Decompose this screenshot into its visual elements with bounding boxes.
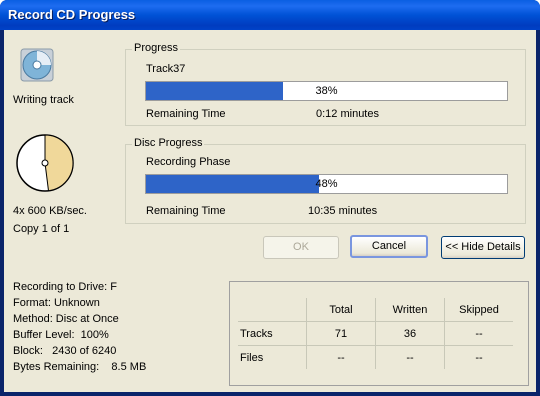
disc-phase: Recording Phase bbox=[146, 156, 231, 168]
hide-details-button[interactable]: << Hide Details bbox=[441, 236, 525, 259]
record-cd-progress-window: Record CD Progress Writing track 4x 600 … bbox=[0, 0, 540, 396]
writing-status-label: Writing track bbox=[13, 94, 74, 106]
dialog-body: Writing track 4x 600 KB/sec. Copy 1 of 1… bbox=[4, 30, 536, 392]
disc-progress-pie-icon bbox=[15, 133, 75, 193]
tracks-written: 36 bbox=[375, 321, 445, 346]
disc-progress-bar: 48% bbox=[145, 174, 508, 194]
disc-progress-percent: 48% bbox=[315, 178, 338, 190]
header-written: Written bbox=[375, 298, 445, 322]
detail-bytes-remaining: Bytes Remaining: 8.5 MB bbox=[13, 361, 147, 373]
track-progress-percent: 38% bbox=[315, 85, 338, 97]
cancel-button[interactable]: Cancel bbox=[350, 235, 428, 258]
window-title: Record CD Progress bbox=[8, 7, 136, 22]
table-row: Tracks 71 36 -- bbox=[238, 321, 513, 346]
row-label-files: Files bbox=[240, 351, 264, 364]
stats-header-row: Total Written Skipped bbox=[238, 298, 513, 322]
files-total: -- bbox=[306, 345, 376, 369]
detail-buffer-level: Buffer Level: 100% bbox=[13, 329, 109, 341]
files-skipped: -- bbox=[444, 345, 513, 369]
tracks-total: 71 bbox=[306, 321, 376, 346]
ok-button[interactable]: OK bbox=[263, 236, 339, 259]
stats-panel: Total Written Skipped Tracks 71 36 -- Fi… bbox=[229, 281, 529, 386]
progress-group-title: Progress bbox=[132, 42, 181, 54]
disc-progress-group: Disc Progress Recording Phase 48% Remain… bbox=[125, 137, 526, 224]
cd-disc-icon bbox=[20, 48, 54, 82]
disc-progress-group-title: Disc Progress bbox=[132, 137, 205, 149]
title-bar[interactable]: Record CD Progress bbox=[0, 0, 540, 30]
files-written: -- bbox=[375, 345, 445, 369]
detail-block: Block: 2430 of 6240 bbox=[13, 345, 117, 357]
detail-method: Method: Disc at Once bbox=[13, 313, 119, 325]
copy-count: Copy 1 of 1 bbox=[13, 223, 70, 235]
tracks-skipped: -- bbox=[444, 321, 513, 346]
header-skipped: Skipped bbox=[444, 298, 513, 322]
write-speed: 4x 600 KB/sec. bbox=[13, 205, 87, 217]
track-remaining-label: Remaining Time bbox=[146, 108, 226, 120]
detail-drive: Recording to Drive: F bbox=[13, 281, 117, 293]
progress-group: Progress Track37 38% Remaining Time 0:12… bbox=[125, 42, 526, 126]
header-total: Total bbox=[306, 298, 376, 322]
current-track: Track37 bbox=[146, 63, 186, 75]
track-progress-bar: 38% bbox=[145, 81, 508, 101]
disc-remaining-label: Remaining Time bbox=[146, 205, 226, 217]
stats-table: Total Written Skipped Tracks 71 36 -- Fi… bbox=[238, 298, 513, 369]
disc-remaining-value: 10:35 minutes bbox=[308, 205, 378, 217]
row-label-tracks: Tracks bbox=[238, 321, 307, 346]
track-remaining-value: 0:12 minutes bbox=[316, 108, 379, 120]
table-row: Files -- -- -- bbox=[238, 345, 513, 369]
detail-format: Format: Unknown bbox=[13, 297, 100, 309]
